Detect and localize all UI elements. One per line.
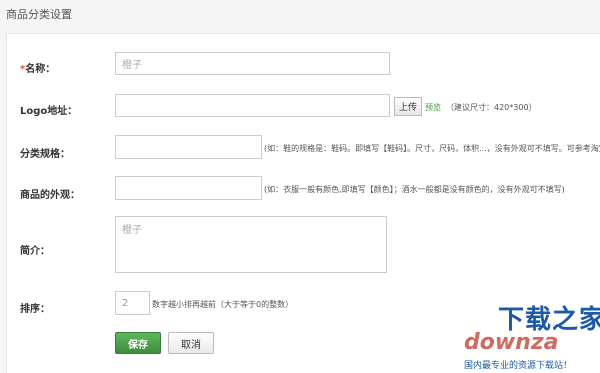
spec-hint: (如：鞋的规格是：鞋码。即填写【鞋码】。尺寸，尺码，体积...，没有外观可不填写… [264, 144, 600, 153]
appearance-label: 商品的外观： [20, 190, 80, 201]
watermark-logo: downza [464, 330, 559, 355]
intro-label: 简介： [20, 246, 50, 257]
logo-size-hint: （建议尺寸：420*300） [446, 103, 537, 112]
cancel-button[interactable]: 取消 [168, 332, 214, 354]
name-label-text: 名称： [25, 64, 56, 75]
spec-label: 分类规格： [20, 149, 70, 160]
name-input[interactable] [115, 52, 390, 75]
name-label: *名称： [20, 60, 55, 75]
logo-url-input[interactable] [115, 94, 390, 117]
page-title: 商品分类设置 [6, 8, 72, 21]
appearance-hint: (如：衣服一般有颜色,即填写【颜色】；酒水一般都是没有颜色的，没有外观可不填写) [264, 185, 565, 194]
spec-input[interactable] [115, 135, 262, 159]
sort-input[interactable] [115, 291, 150, 315]
save-button[interactable]: 保存 [115, 332, 161, 354]
sort-label: 排序： [20, 304, 50, 315]
upload-button[interactable]: 上传 [394, 97, 422, 116]
watermark-subtitle: 国内最专业的资源下载站！ [464, 361, 573, 371]
sort-hint: 数字越小排再越前（大于等于0的整数） [152, 300, 294, 309]
appearance-input[interactable] [115, 176, 262, 200]
preview-link[interactable]: 预览 [425, 102, 441, 113]
logo-label: Logo地址： [20, 106, 78, 117]
intro-textarea[interactable]: 橙子 [115, 216, 387, 273]
